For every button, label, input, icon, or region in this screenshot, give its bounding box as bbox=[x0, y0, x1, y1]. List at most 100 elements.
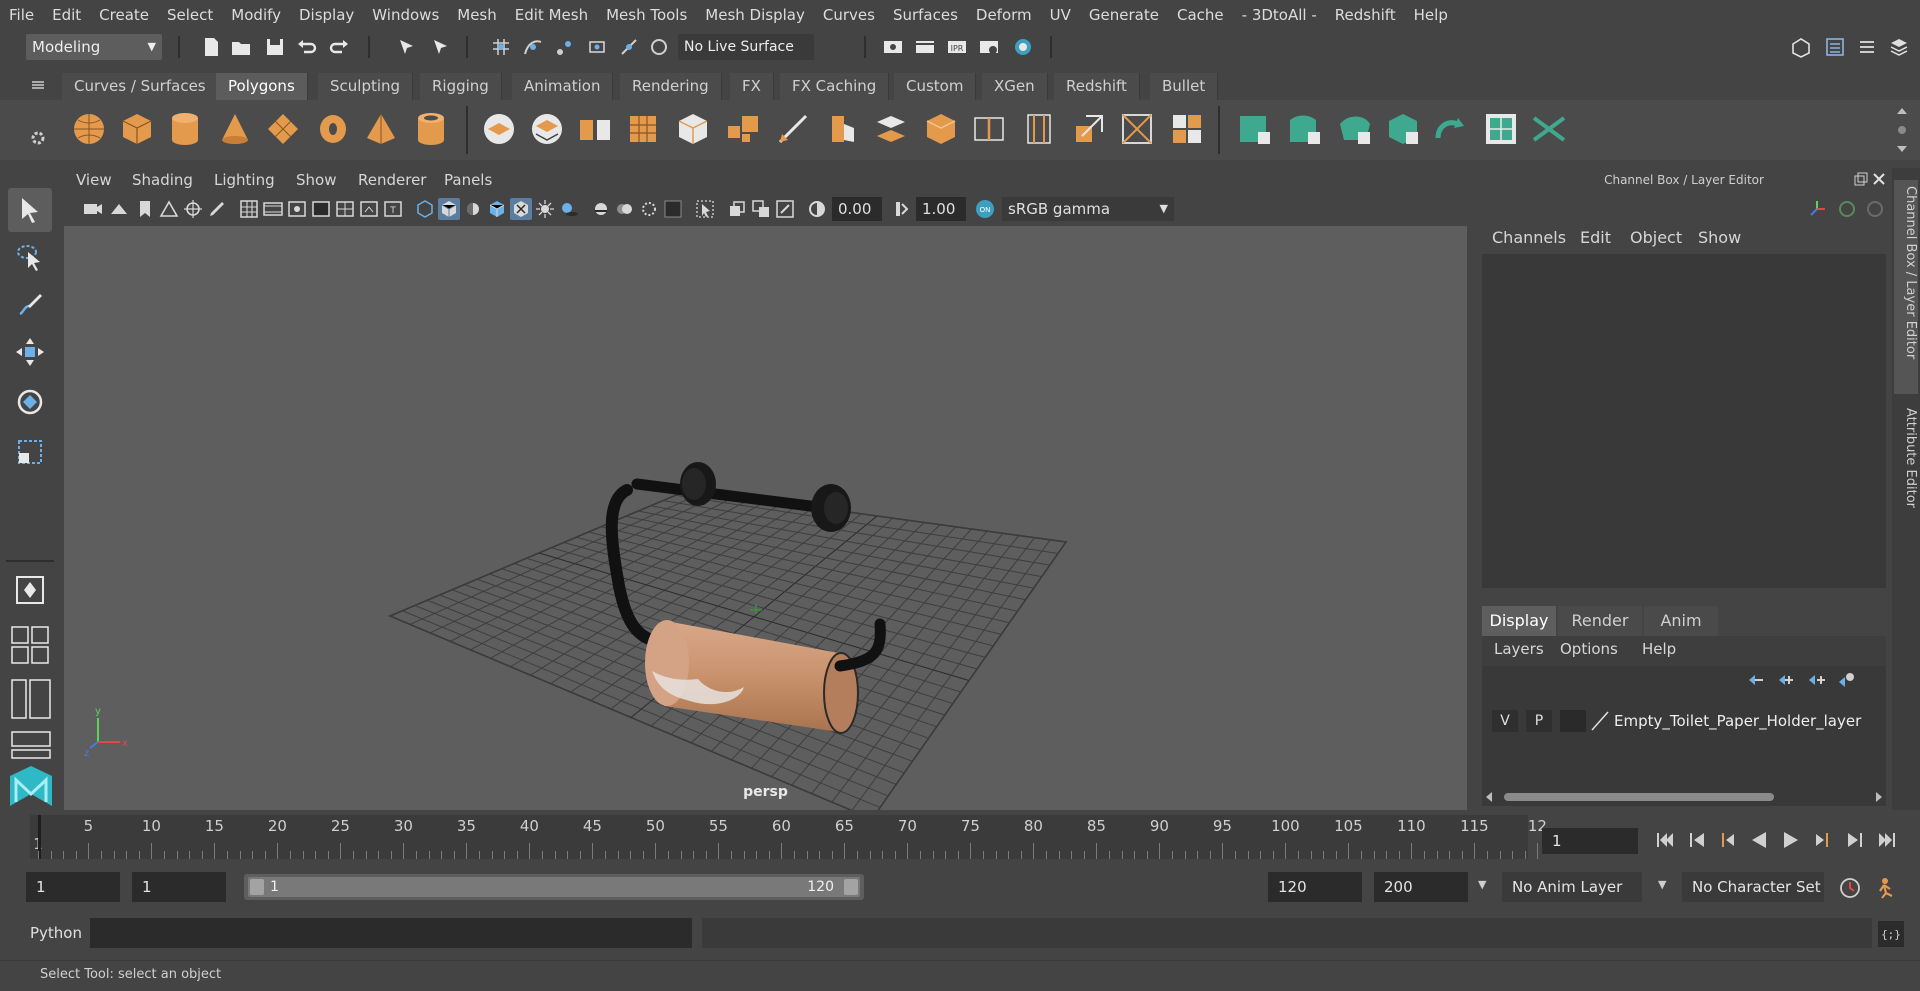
viewport-menu-view[interactable]: View bbox=[76, 171, 112, 189]
tab-sculpting[interactable]: Sculpting bbox=[318, 73, 414, 100]
safe-action-icon[interactable] bbox=[358, 198, 380, 220]
resolution-gate-icon[interactable] bbox=[286, 198, 308, 220]
tab-rendering[interactable]: Rendering bbox=[620, 73, 722, 100]
time-slider[interactable]: 1 51015202530354045505560657075808590951… bbox=[30, 815, 1547, 859]
channel-box-area[interactable] bbox=[1482, 254, 1886, 588]
gamma-field[interactable]: 1.00 bbox=[916, 197, 966, 221]
playback-end-field[interactable]: 120 bbox=[1268, 872, 1362, 902]
viewport-menu-renderer[interactable]: Renderer bbox=[358, 171, 426, 189]
menu-windows[interactable]: Windows bbox=[363, 6, 448, 24]
menu-mesh-display[interactable]: Mesh Display bbox=[696, 6, 814, 24]
range-end-handle[interactable] bbox=[844, 879, 858, 895]
uv-automatic-icon[interactable] bbox=[1384, 110, 1422, 148]
reduce-icon[interactable] bbox=[674, 110, 712, 148]
poly-pyramid-icon[interactable] bbox=[362, 110, 400, 148]
menu-help[interactable]: Help bbox=[1405, 6, 1457, 24]
default-material-icon[interactable] bbox=[462, 198, 484, 220]
fill-hole-icon[interactable] bbox=[922, 110, 960, 148]
tab-display[interactable]: Display bbox=[1482, 606, 1556, 636]
menu-surfaces[interactable]: Surfaces bbox=[884, 6, 967, 24]
step-forward-frame-button[interactable] bbox=[1812, 829, 1834, 851]
gear-icon[interactable] bbox=[30, 130, 46, 146]
shelf-scrollbar[interactable] bbox=[1894, 104, 1910, 156]
layer-visibility-toggle[interactable]: V bbox=[1492, 710, 1518, 732]
multi-cut-icon[interactable] bbox=[1070, 110, 1108, 148]
live-surface-field[interactable]: No Live Surface bbox=[678, 34, 814, 60]
camera-attributes-icon[interactable] bbox=[108, 198, 130, 220]
channel-menu-channels[interactable]: Channels bbox=[1492, 228, 1566, 247]
bridge-icon[interactable] bbox=[872, 110, 910, 148]
grid-toggle-icon[interactable] bbox=[238, 198, 260, 220]
safe-title-icon[interactable]: T bbox=[382, 198, 404, 220]
isolate-select-icon[interactable] bbox=[694, 198, 716, 220]
viewport-menu-shading[interactable]: Shading bbox=[132, 171, 193, 189]
tab-xgen[interactable]: XGen bbox=[982, 73, 1048, 100]
film-gate-icon[interactable] bbox=[262, 198, 284, 220]
go-to-end-button[interactable] bbox=[1876, 829, 1898, 851]
menu-display[interactable]: Display bbox=[290, 6, 363, 24]
poly-sphere-icon[interactable] bbox=[70, 110, 108, 148]
menu-select[interactable]: Select bbox=[158, 6, 222, 24]
new-layer-icon[interactable] bbox=[1806, 670, 1826, 690]
shadows-icon[interactable] bbox=[558, 198, 580, 220]
image-plane-icon[interactable] bbox=[158, 198, 180, 220]
tab-animation[interactable]: Animation bbox=[512, 73, 614, 100]
offset-edge-loop-icon[interactable] bbox=[1020, 110, 1058, 148]
layer-playback-toggle[interactable]: P bbox=[1526, 710, 1552, 732]
poly-cone-icon[interactable] bbox=[216, 110, 254, 148]
redo-icon[interactable] bbox=[328, 36, 350, 58]
motion-blur-icon[interactable] bbox=[614, 198, 636, 220]
outliner-layout-icon[interactable] bbox=[10, 678, 52, 720]
chevron-down-icon[interactable]: ▼ bbox=[1658, 878, 1666, 891]
uv-spherical-icon[interactable] bbox=[1336, 110, 1374, 148]
ipr-render-icon[interactable]: IPR bbox=[946, 36, 968, 58]
play-forwards-button[interactable] bbox=[1780, 829, 1802, 851]
chevron-down-icon[interactable]: ▼ bbox=[1478, 878, 1486, 891]
poly-plane-icon[interactable] bbox=[264, 110, 302, 148]
wireframe-icon[interactable] bbox=[414, 198, 436, 220]
new-scene-icon[interactable] bbox=[200, 36, 222, 58]
color-management-toggle-icon[interactable]: ON bbox=[974, 198, 996, 220]
side-tab-attribute-editor[interactable]: Attribute Editor bbox=[1894, 402, 1918, 532]
play-backwards-button[interactable] bbox=[1748, 829, 1770, 851]
snap-grid-icon[interactable] bbox=[490, 36, 512, 58]
select-hierarchy-icon[interactable] bbox=[396, 36, 418, 58]
attribute-editor-toggle-icon[interactable] bbox=[1856, 36, 1878, 58]
move-layer-up-icon[interactable] bbox=[1746, 670, 1766, 690]
antialiasing-icon[interactable] bbox=[638, 198, 660, 220]
tab-render[interactable]: Render bbox=[1558, 606, 1642, 636]
target-weld-icon[interactable] bbox=[1118, 110, 1156, 148]
modeling-toolkit-icon[interactable] bbox=[1790, 36, 1812, 58]
range-slider-bar[interactable]: 1 120 bbox=[248, 877, 860, 897]
bookmark-icon[interactable] bbox=[134, 198, 156, 220]
tab-bullet[interactable]: Bullet bbox=[1150, 73, 1219, 100]
extrude-icon[interactable] bbox=[822, 110, 860, 148]
screen-space-ao-icon[interactable] bbox=[590, 198, 612, 220]
menu-edit[interactable]: Edit bbox=[43, 6, 90, 24]
tab-redshift[interactable]: Redshift bbox=[1054, 73, 1140, 100]
poly-torus-icon[interactable] bbox=[314, 110, 352, 148]
layer-display-type-toggle[interactable] bbox=[1560, 710, 1586, 732]
uv-unfold-icon[interactable] bbox=[1432, 110, 1470, 148]
insert-edge-loop-icon[interactable] bbox=[970, 110, 1008, 148]
uv-cylindrical-icon[interactable] bbox=[1286, 110, 1324, 148]
field-chart-icon[interactable] bbox=[334, 198, 356, 220]
menuset-dropdown[interactable]: Modeling ▼ bbox=[26, 34, 162, 60]
go-to-start-button[interactable] bbox=[1654, 829, 1676, 851]
menu-mesh[interactable]: Mesh bbox=[448, 6, 506, 24]
snap-live-icon[interactable] bbox=[618, 36, 640, 58]
side-tab-channel-box[interactable]: Channel Box / Layer Editor bbox=[1894, 180, 1918, 394]
save-scene-icon[interactable] bbox=[264, 36, 286, 58]
connect-icon[interactable] bbox=[1168, 110, 1206, 148]
channel-menu-object[interactable]: Object bbox=[1630, 228, 1682, 247]
snap-curve-icon[interactable] bbox=[522, 36, 544, 58]
menu-redshift[interactable]: Redshift bbox=[1326, 6, 1405, 24]
color-space-dropdown[interactable]: sRGB gamma ▼ bbox=[1002, 197, 1174, 221]
move-layer-down-icon[interactable] bbox=[1776, 670, 1796, 690]
viewport-menu-show[interactable]: Show bbox=[296, 171, 336, 189]
step-back-frame-button[interactable] bbox=[1716, 829, 1738, 851]
hypershade-icon[interactable] bbox=[1012, 36, 1034, 58]
select-tool[interactable] bbox=[8, 188, 52, 232]
step-back-key-button[interactable] bbox=[1686, 829, 1708, 851]
menu-curves[interactable]: Curves bbox=[814, 6, 884, 24]
